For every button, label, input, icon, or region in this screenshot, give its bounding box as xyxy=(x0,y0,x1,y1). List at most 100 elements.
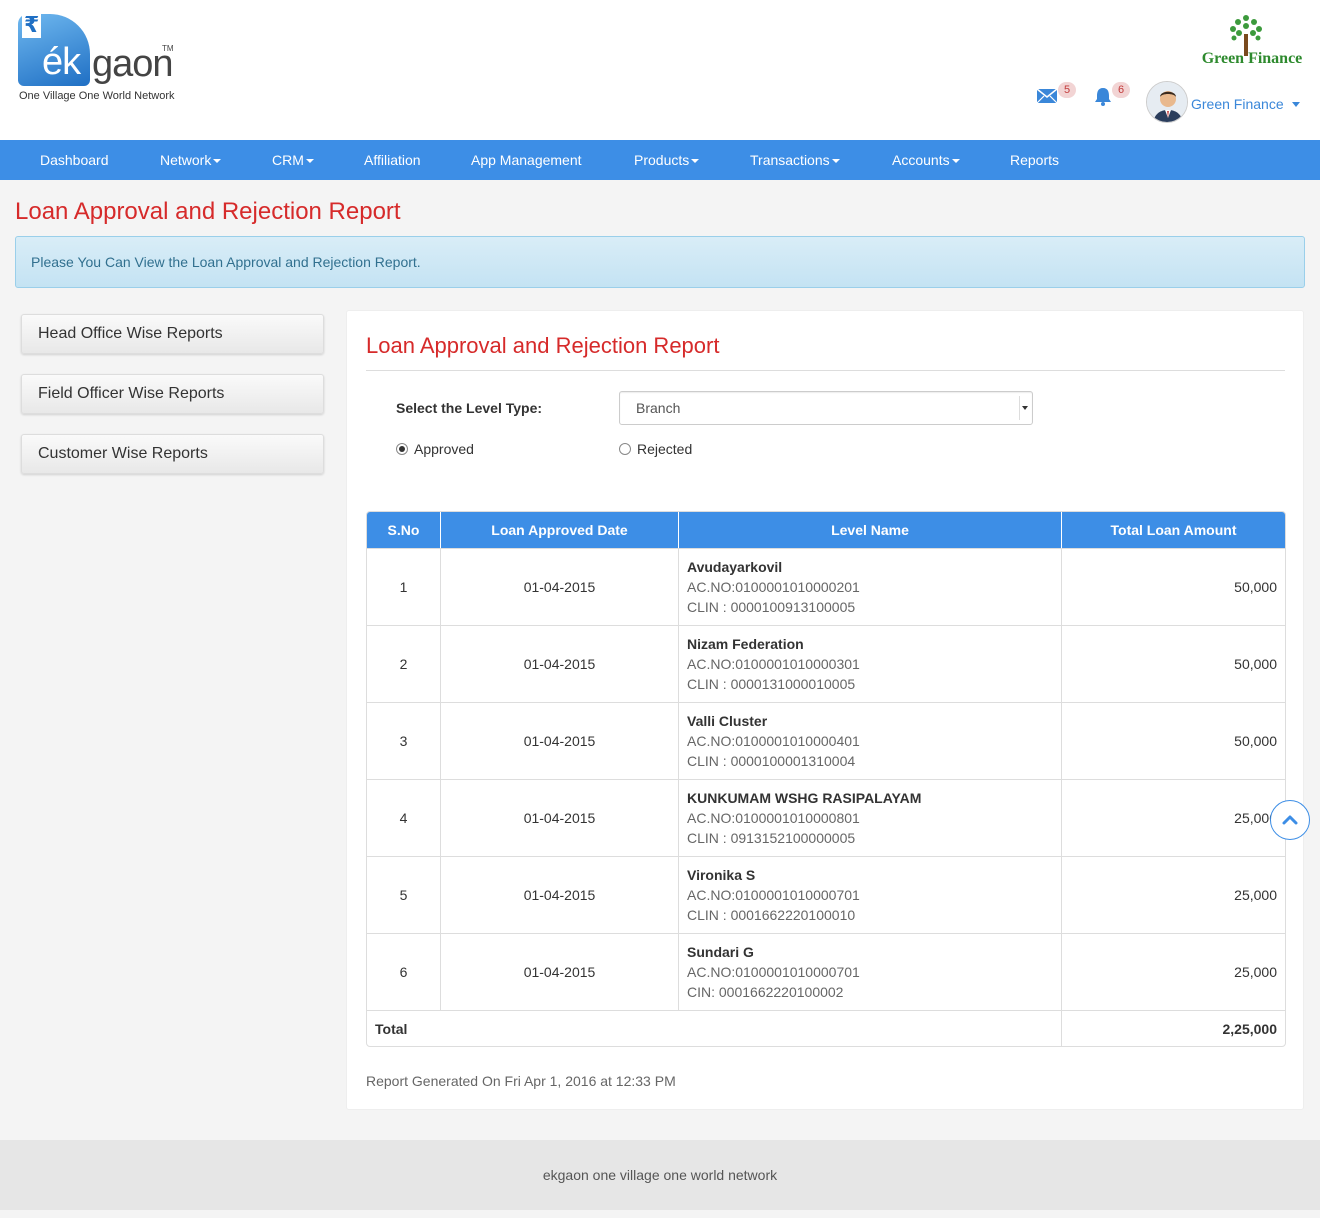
caret-down-icon xyxy=(691,159,700,164)
cell-date: 01-04-2015 xyxy=(441,856,679,933)
col-sno: S.No xyxy=(367,512,441,548)
nav-network[interactable]: Network xyxy=(160,140,222,180)
nav-dashboard[interactable]: Dashboard xyxy=(40,140,109,180)
level-name: Avudayarkovil xyxy=(687,559,783,575)
nav-label: Network xyxy=(160,152,212,168)
nav-affiliation[interactable]: Affiliation xyxy=(364,140,421,180)
ekgaon-logo[interactable]: ₹ ék gaon TM One Village One World Netwo… xyxy=(18,14,188,109)
scroll-to-top-button[interactable] xyxy=(1270,800,1310,840)
nav-label: Reports xyxy=(1010,152,1060,168)
table-row: 3 01-04-2015 Valli Cluster AC.NO:0100001… xyxy=(367,702,1285,779)
sidebar-customer-reports[interactable]: Customer Wise Reports xyxy=(21,434,324,474)
main-navbar: Dashboard Network CRM Affiliation App Ma… xyxy=(0,140,1320,180)
report-table: S.No Loan Approved Date Level Name Total… xyxy=(366,511,1286,1047)
dropdown-arrow-icon xyxy=(1019,396,1029,420)
table-row: 6 01-04-2015 Sundari G AC.NO:01000010100… xyxy=(367,933,1285,1010)
level-name: Valli Cluster xyxy=(687,713,768,729)
nav-label: Transactions xyxy=(750,152,830,168)
cell-sno: 1 xyxy=(367,548,441,625)
account-number: AC.NO:0100001010000701 xyxy=(687,887,860,903)
trademark: TM xyxy=(162,44,174,53)
nav-crm[interactable]: CRM xyxy=(272,140,314,180)
cell-level-name: Sundari G AC.NO:0100001010000701 CIN: 00… xyxy=(679,933,1062,1010)
radio-unselected-icon xyxy=(619,443,631,455)
chevron-up-icon xyxy=(1282,815,1298,825)
radio-approved-label: Approved xyxy=(414,441,474,457)
account-number: AC.NO:0100001010000401 xyxy=(687,733,860,749)
table-row: 1 01-04-2015 Avudayarkovil AC.NO:0100001… xyxy=(367,548,1285,625)
bell-icon[interactable] xyxy=(1092,86,1114,106)
cell-level-name: Vironika S AC.NO:0100001010000701 CLIN :… xyxy=(679,856,1062,933)
radio-rejected[interactable]: Rejected xyxy=(619,441,692,457)
cell-sno: 3 xyxy=(367,702,441,779)
clin-number: CLIN : 0000100913100005 xyxy=(687,599,856,615)
mail-icon[interactable] xyxy=(1036,86,1058,106)
cell-date: 01-04-2015 xyxy=(441,625,679,702)
level-name: Nizam Federation xyxy=(687,636,804,652)
radio-selected-icon xyxy=(396,443,408,455)
cell-level-name: Nizam Federation AC.NO:0100001010000301 … xyxy=(679,625,1062,702)
info-alert: Please You Can View the Loan Approval an… xyxy=(15,236,1305,288)
cell-amount: 50,000 xyxy=(1062,702,1285,779)
level-type-value: Branch xyxy=(636,400,681,416)
table-row: 2 01-04-2015 Nizam Federation AC.NO:0100… xyxy=(367,625,1285,702)
nav-label: Accounts xyxy=(892,152,950,168)
notification-count-badge: 6 xyxy=(1112,82,1130,98)
level-name: Sundari G xyxy=(687,944,754,960)
sidebar-field-officer-reports[interactable]: Field Officer Wise Reports xyxy=(21,374,324,414)
caret-down-icon xyxy=(951,159,960,164)
user-menu-name[interactable]: Green Finance xyxy=(1191,96,1284,112)
cell-level-name: Avudayarkovil AC.NO:0100001010000201 CLI… xyxy=(679,548,1062,625)
radio-approved[interactable]: Approved xyxy=(396,441,474,457)
caret-down-icon xyxy=(305,159,314,164)
total-amount: 2,25,000 xyxy=(1062,1010,1285,1046)
nav-label: CRM xyxy=(272,152,304,168)
report-panel: Loan Approval and Rejection Report Selec… xyxy=(346,310,1304,1110)
table-header-row: S.No Loan Approved Date Level Name Total… xyxy=(367,512,1285,548)
cell-date: 01-04-2015 xyxy=(441,779,679,856)
cell-date: 01-04-2015 xyxy=(441,933,679,1010)
table-row: 4 01-04-2015 KUNKUMAM WSHG RASIPALAYAM A… xyxy=(367,779,1285,856)
sidebar-head-office-reports[interactable]: Head Office Wise Reports xyxy=(21,314,324,354)
nav-label: App Management xyxy=(471,152,582,168)
panel-title: Loan Approval and Rejection Report xyxy=(366,333,720,358)
cell-level-name: Valli Cluster AC.NO:0100001010000401 CLI… xyxy=(679,702,1062,779)
level-type-label: Select the Level Type: xyxy=(396,400,543,416)
logo-tagline: One Village One World Network xyxy=(19,90,175,102)
cell-amount: 50,000 xyxy=(1062,625,1285,702)
table-total-row: Total 2,25,000 xyxy=(367,1010,1285,1046)
table-row: 5 01-04-2015 Vironika S AC.NO:0100001010… xyxy=(367,856,1285,933)
header: ₹ ék gaon TM One Village One World Netwo… xyxy=(0,0,1320,140)
caret-down-icon xyxy=(213,159,222,164)
level-name: KUNKUMAM WSHG RASIPALAYAM xyxy=(687,790,922,806)
nav-accounts[interactable]: Accounts xyxy=(892,140,960,180)
cell-amount: 25,000 xyxy=(1062,856,1285,933)
mail-count-badge: 5 xyxy=(1058,82,1076,98)
level-type-select[interactable]: Branch xyxy=(619,391,1033,425)
cell-date: 01-04-2015 xyxy=(441,702,679,779)
green-finance-wordmark: Green Finance xyxy=(1201,50,1303,67)
cell-sno: 4 xyxy=(367,779,441,856)
clin-number: CLIN : 0000131000010005 xyxy=(687,676,856,692)
nav-reports[interactable]: Reports xyxy=(1010,140,1059,180)
nav-products[interactable]: Products xyxy=(634,140,700,180)
clin-number: CLIN : 0001662220100010 xyxy=(687,907,856,923)
radio-rejected-label: Rejected xyxy=(637,441,693,457)
nav-label: Affiliation xyxy=(364,152,421,168)
caret-down-icon xyxy=(831,159,840,164)
chevron-down-icon[interactable] xyxy=(1292,102,1300,107)
divider xyxy=(366,370,1285,371)
footer: ekgaon one village one world network xyxy=(0,1140,1320,1210)
total-label: Total xyxy=(367,1010,1062,1046)
clin-number: CLIN : 0913152100000005 xyxy=(687,830,856,846)
account-number: AC.NO:0100001010000801 xyxy=(687,810,860,826)
account-number: AC.NO:0100001010000301 xyxy=(687,656,860,672)
col-date: Loan Approved Date xyxy=(441,512,679,548)
nav-label: Dashboard xyxy=(40,152,109,168)
user-avatar-icon xyxy=(1147,82,1187,122)
nav-transactions[interactable]: Transactions xyxy=(750,140,840,180)
cell-sno: 6 xyxy=(367,933,441,1010)
nav-app-management[interactable]: App Management xyxy=(471,140,582,180)
avatar[interactable] xyxy=(1146,81,1188,123)
cell-level-name: KUNKUMAM WSHG RASIPALAYAM AC.NO:01000010… xyxy=(679,779,1062,856)
